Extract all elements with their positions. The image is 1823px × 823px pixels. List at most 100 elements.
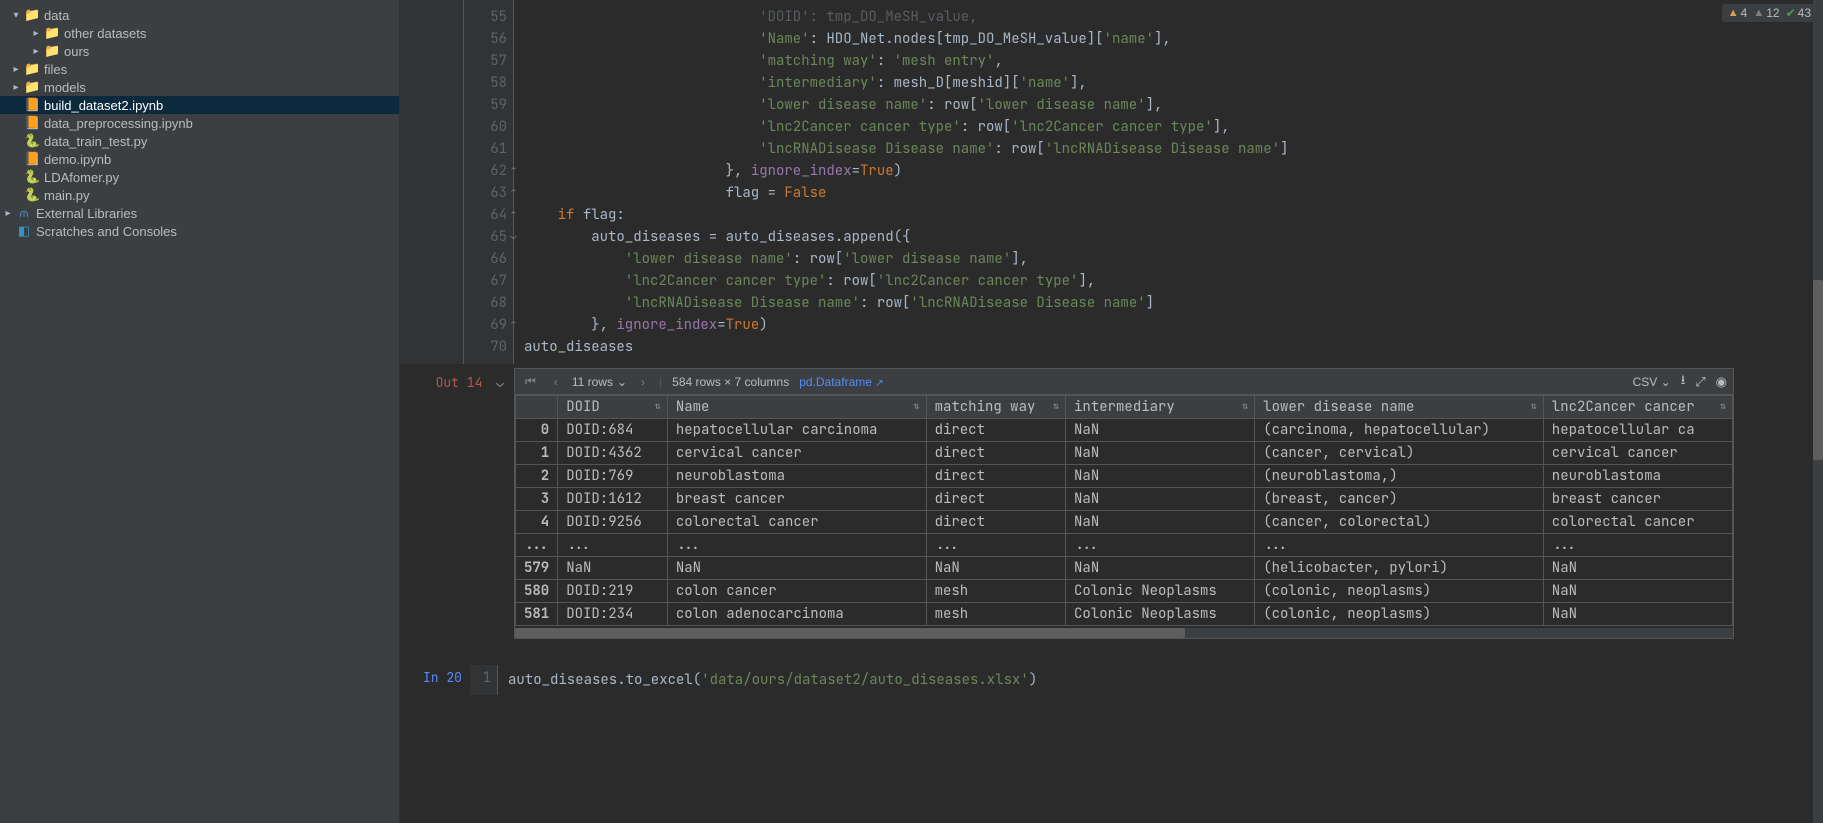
cell-gutter	[400, 0, 464, 364]
code-editor[interactable]: auto_diseases.to_excel('data/ours/datase…	[498, 665, 1823, 695]
tree-file-ldafomer[interactable]: 🐍 LDAfomer.py	[0, 168, 399, 186]
folder-icon: 📁	[44, 25, 60, 41]
output-label: Out 14 ⌄	[400, 364, 514, 647]
jupyter-icon: 📙	[24, 151, 40, 167]
tree-label: ours	[64, 44, 89, 59]
tree-label: models	[44, 80, 86, 95]
expand-icon[interactable]: ⤢	[1695, 374, 1705, 390]
tree-label: build_dataset2.ipynb	[44, 98, 163, 113]
code-cell[interactable]: 5556575859606162⌃63⌃64⌃65⌄66676869⌃70 'D…	[400, 0, 1823, 364]
tree-label: LDAfomer.py	[44, 170, 119, 185]
tree-label: main.py	[44, 188, 90, 203]
table-header[interactable]: matching way⇅	[926, 396, 1065, 419]
rows-selector[interactable]: 11 rows ⌄	[572, 375, 627, 389]
table-row[interactable]: 581DOID:234colon adenocarcinomameshColon…	[516, 603, 1733, 626]
tree-file-build-dataset2[interactable]: 📙 build_dataset2.ipynb	[0, 96, 399, 114]
warning-triangle-icon: ▲	[1728, 7, 1739, 19]
horizontal-scrollbar[interactable]	[515, 628, 1733, 638]
page-first-icon[interactable]: ⏮	[521, 374, 540, 389]
python-icon: 🐍	[24, 133, 40, 149]
jupyter-icon: 📙	[24, 115, 40, 131]
tree-folder-ours[interactable]: ▸ 📁 ours	[0, 42, 399, 60]
input-label: In 20	[400, 665, 470, 695]
chevron-down-icon[interactable]: ▾	[8, 10, 24, 21]
ok-indicator[interactable]: ✔43	[1786, 6, 1811, 20]
library-icon: ⫙	[16, 205, 32, 221]
table-row[interactable]: 2DOID:769neuroblastomadirectNaN(neurobla…	[516, 465, 1733, 488]
output-cell-14: Out 14 ⌄ ⏮ ‹ 11 rows ⌄ › | 584 rows × 7 …	[400, 364, 1823, 647]
folder-icon: 📁	[24, 61, 40, 77]
dataframe-table-wrap[interactable]: DOID⇅Name⇅matching way⇅intermediary⇅lowe…	[515, 395, 1733, 626]
dataframe-type-link[interactable]: pd.Dataframe ↗	[799, 375, 883, 389]
table-header[interactable]: lnc2Cancer cancer⇅	[1543, 396, 1732, 419]
table-header[interactable]: lower disease name⇅	[1255, 396, 1544, 419]
scrollbar-thumb[interactable]	[1813, 280, 1823, 460]
page-prev-icon[interactable]: ‹	[550, 375, 562, 389]
inspection-indicators[interactable]: ▲4 ▲12 ✔43	[1722, 4, 1817, 22]
table-row[interactable]: 3DOID:1612breast cancerdirectNaN(breast,…	[516, 488, 1733, 511]
dataframe-table[interactable]: DOID⇅Name⇅matching way⇅intermediary⇅lowe…	[515, 395, 1733, 626]
eye-icon[interactable]: ◉	[1716, 374, 1727, 390]
table-row[interactable]: .....................	[516, 534, 1733, 557]
table-row[interactable]: 1DOID:4362cervical cancerdirectNaN(cance…	[516, 442, 1733, 465]
scrollbar-thumb[interactable]	[515, 628, 1185, 638]
table-header[interactable]: Name⇅	[667, 396, 926, 419]
table-row[interactable]: 0DOID:684hepatocellular carcinomadirectN…	[516, 419, 1733, 442]
tree-file-main[interactable]: 🐍 main.py	[0, 186, 399, 204]
weak-warning-indicator[interactable]: ▲12	[1753, 6, 1779, 20]
tree-file-data-preprocessing[interactable]: 📙 data_preprocessing.ipynb	[0, 114, 399, 132]
vertical-scrollbar[interactable]	[1813, 0, 1823, 823]
chevron-right-icon[interactable]: ▸	[28, 28, 44, 39]
dataframe-panel: ⏮ ‹ 11 rows ⌄ › | 584 rows × 7 columns p…	[514, 368, 1734, 639]
tree-label: files	[44, 62, 67, 77]
external-link-icon: ↗	[875, 378, 883, 389]
warning-indicator[interactable]: ▲4	[1728, 6, 1748, 20]
scratches-icon: ◧	[16, 223, 32, 239]
tree-folder-files[interactable]: ▸ 📁 files	[0, 60, 399, 78]
chevron-right-icon[interactable]: ▸	[8, 64, 24, 75]
table-header[interactable]: DOID⇅	[558, 396, 668, 419]
tree-label: Scratches and Consoles	[36, 224, 177, 239]
project-tree[interactable]: ▾ 📁 data ▸ 📁 other datasets ▸ 📁 ours ▸ 📁…	[0, 0, 400, 823]
tree-external-libraries[interactable]: ▸ ⫙ External Libraries	[0, 204, 399, 222]
tree-label: data_preprocessing.ipynb	[44, 116, 193, 131]
tree-folder-other-datasets[interactable]: ▸ 📁 other datasets	[0, 24, 399, 42]
page-next-icon[interactable]: ›	[637, 375, 649, 389]
chevron-right-icon[interactable]: ▸	[28, 46, 44, 57]
input-cell-20[interactable]: In 20 1 auto_diseases.to_excel('data/our…	[400, 665, 1823, 695]
chevron-down-icon: ⌄	[617, 375, 627, 389]
table-row[interactable]: 579NaNNaNNaNNaN(helicobacter, pylori)NaN	[516, 557, 1733, 580]
tree-label: data	[44, 8, 69, 23]
table-header[interactable]	[516, 396, 558, 419]
line-number-gutter: 5556575859606162⌃63⌃64⌃65⌄66676869⌃70	[464, 0, 514, 364]
chevron-down-icon[interactable]: ⌄	[496, 374, 504, 391]
tree-label: demo.ipynb	[44, 152, 111, 167]
table-row[interactable]: 580DOID:219colon cancermeshColonic Neopl…	[516, 580, 1733, 603]
python-icon: 🐍	[24, 169, 40, 185]
folder-icon: 📁	[44, 43, 60, 59]
editor-main: ▲4 ▲12 ✔43 5556575859606162⌃63⌃64⌃65⌄666…	[400, 0, 1823, 823]
chevron-right-icon[interactable]: ▸	[0, 208, 16, 219]
export-csv-button[interactable]: CSV ⌄	[1633, 375, 1671, 389]
download-icon[interactable]: ⭳	[1681, 371, 1686, 393]
folder-icon: 📁	[24, 79, 40, 95]
dataframe-toolbar: ⏮ ‹ 11 rows ⌄ › | 584 rows × 7 columns p…	[515, 369, 1733, 395]
jupyter-icon: 📙	[24, 97, 40, 113]
table-header[interactable]: intermediary⇅	[1066, 396, 1255, 419]
code-editor[interactable]: 'DOID': tmp_DO_MeSH_value, 'Name': HDO_N…	[514, 0, 1298, 364]
chevron-right-icon[interactable]: ▸	[8, 82, 24, 93]
tree-label: data_train_test.py	[44, 134, 147, 149]
warning-triangle-icon: ▲	[1753, 7, 1764, 19]
chevron-down-icon: ⌄	[1661, 375, 1671, 389]
check-icon: ✔	[1786, 6, 1796, 20]
python-icon: 🐍	[24, 187, 40, 203]
tree-label: other datasets	[64, 26, 146, 41]
table-row[interactable]: 4DOID:9256colorectal cancerdirectNaN(can…	[516, 511, 1733, 534]
tree-scratches[interactable]: ◧ Scratches and Consoles	[0, 222, 399, 240]
tree-folder-models[interactable]: ▸ 📁 models	[0, 78, 399, 96]
line-number: 1	[470, 665, 498, 695]
tree-label: External Libraries	[36, 206, 137, 221]
tree-file-demo[interactable]: 📙 demo.ipynb	[0, 150, 399, 168]
tree-folder-data[interactable]: ▾ 📁 data	[0, 6, 399, 24]
tree-file-data-train-test[interactable]: 🐍 data_train_test.py	[0, 132, 399, 150]
